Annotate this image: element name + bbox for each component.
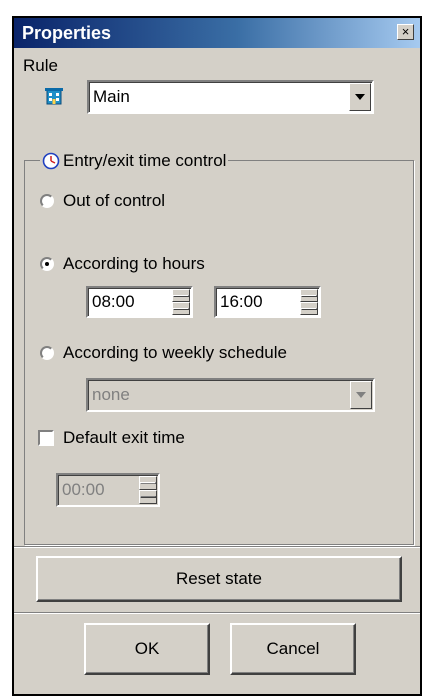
dialog-title: Properties [22,23,112,43]
rule-select-value: Main [93,87,130,106]
radio-out-of-control-button[interactable] [40,194,54,208]
rule-select[interactable]: Main [87,80,374,114]
hours-from-spinner[interactable]: 08:00 [86,286,193,318]
arrow-down-icon [301,307,317,310]
radio-weekly-schedule-label: According to weekly schedule [63,343,287,362]
group-caption-text: Entry/exit time control [63,151,227,170]
close-icon: × [401,24,410,39]
default-exit-up-button[interactable] [139,476,157,490]
group-caption: Entry/exit time control [40,150,229,172]
hours-from-value: 08:00 [92,292,135,311]
ok-label: OK [134,639,160,658]
hours-to-spinner[interactable]: 16:00 [214,286,321,318]
radio-according-to-hours[interactable]: According to hours [40,254,205,274]
arrow-down-icon [173,307,189,310]
properties-dialog: Properties × Rule Main Entry/exit time c… [12,16,422,696]
clock-icon [42,152,60,170]
default-exit-time-checkbox-row[interactable]: Default exit time [38,428,185,448]
ok-button[interactable]: OK [84,623,210,675]
chevron-down-icon [356,392,366,398]
default-exit-time-value: 00:00 [62,480,105,499]
arrow-up-icon [140,482,156,484]
hours-from-down-button[interactable] [172,302,190,315]
radio-weekly-schedule[interactable]: According to weekly schedule [40,343,287,363]
arrow-down-icon [140,496,156,498]
reset-state-button[interactable]: Reset state [36,556,402,602]
hours-to-value: 16:00 [220,292,263,311]
radio-out-of-control[interactable]: Out of control [40,191,165,211]
default-exit-time-checkbox[interactable] [38,430,54,446]
close-button[interactable]: × [397,24,414,40]
reset-state-label: Reset state [176,569,262,588]
hours-to-up-button[interactable] [300,289,318,302]
radio-out-of-control-label: Out of control [63,191,166,210]
building-icon [44,86,64,106]
schedule-select-dropdown-button[interactable] [350,381,372,409]
separator-bottom [14,612,420,614]
default-exit-down-button[interactable] [139,490,157,504]
hours-to-down-button[interactable] [300,302,318,315]
chevron-down-icon [355,94,365,100]
schedule-select-value: none [92,385,130,404]
schedule-select[interactable]: none [86,378,375,412]
rule-select-dropdown-button[interactable] [349,83,371,111]
arrow-up-icon [173,294,189,297]
hours-from-up-button[interactable] [172,289,190,302]
default-exit-time-spinner[interactable]: 00:00 [56,473,160,507]
arrow-up-icon [301,294,317,297]
title-bar[interactable]: Properties × [14,18,420,48]
default-exit-time-label: Default exit time [63,428,185,447]
separator-top [14,546,420,548]
rule-label: Rule [23,56,58,75]
radio-weekly-schedule-button[interactable] [40,346,54,360]
radio-according-to-hours-button[interactable] [40,257,54,271]
cancel-button[interactable]: Cancel [230,623,356,675]
cancel-label: Cancel [266,639,320,658]
radio-according-to-hours-label: According to hours [63,254,205,273]
